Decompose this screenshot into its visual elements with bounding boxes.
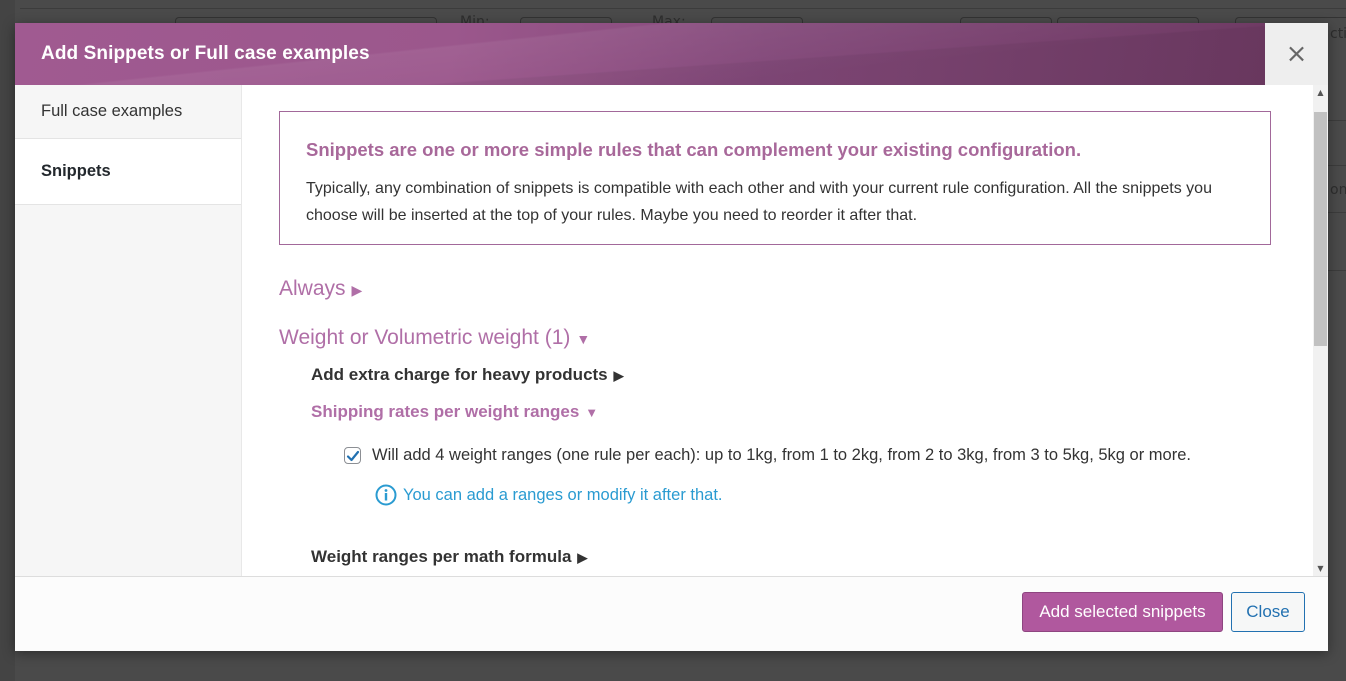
collapse-triangle-icon: ▼ (585, 405, 599, 420)
snippet-option: Will add 4 weight ranges (one rule per e… (344, 446, 1191, 465)
expand-triangle-icon: ▶ (351, 282, 363, 298)
subsection-label: Add extra charge for heavy products (311, 365, 608, 384)
scroll-thumb[interactable] (1314, 112, 1327, 346)
scroll-up-arrow-icon[interactable]: ▲ (1313, 85, 1328, 100)
add-selected-snippets-button[interactable]: Add selected snippets (1022, 592, 1223, 632)
section-label: Weight or Volumetric weight (1) (279, 326, 571, 349)
close-icon[interactable]: × (1265, 23, 1328, 85)
scroll-down-arrow-icon[interactable]: ▼ (1313, 561, 1328, 576)
sidebar: Full case examples Snippets (15, 85, 242, 576)
snippets-modal: Add Snippets or Full case examples × Ful… (15, 23, 1328, 651)
info-text: Typically, any combination of snippets i… (306, 180, 1212, 224)
checkmark-icon (346, 450, 359, 461)
modal-title: Add Snippets or Full case examples (41, 43, 370, 64)
section-weight[interactable]: Weight or Volumetric weight (1) ▼ (279, 326, 590, 350)
background-text-fragment: ctio (1330, 26, 1346, 42)
section-always[interactable]: Always ▶ (279, 277, 362, 301)
subsection-weight-ranges[interactable]: Shipping rates per weight ranges ▼ (311, 402, 598, 422)
modal-header: Add Snippets or Full case examples (15, 23, 1265, 85)
subsection-math-formula[interactable]: Weight ranges per math formula ▶ (311, 547, 587, 567)
expand-triangle-icon: ▶ (613, 368, 624, 383)
content-scrollbar[interactable]: ▲ ▼ (1313, 85, 1328, 576)
modal-footer: Add selected snippets Close (15, 576, 1328, 651)
subsection-label: Shipping rates per weight ranges (311, 402, 580, 421)
info-icon (375, 484, 397, 506)
info-box: Snippets are one or more simple rules th… (279, 111, 1271, 245)
background-top-strip (20, 0, 1346, 9)
snippet-option-label: Will add 4 weight ranges (one rule per e… (372, 446, 1191, 464)
background-divider (1328, 212, 1346, 213)
background-admin-bar (0, 0, 15, 681)
sidebar-item-snippets[interactable]: Snippets (15, 139, 241, 205)
collapse-triangle-icon: ▼ (576, 331, 591, 347)
subsection-extra-charge-heavy[interactable]: Add extra charge for heavy products ▶ (311, 365, 624, 385)
sidebar-item-full-case-examples[interactable]: Full case examples (15, 85, 241, 139)
background-divider (1328, 270, 1346, 271)
background-divider (1328, 120, 1346, 121)
section-label: Always (279, 277, 346, 300)
subsection-label: Weight ranges per math formula (311, 547, 572, 566)
expand-triangle-icon: ▶ (577, 550, 588, 565)
snippets-content: Snippets are one or more simple rules th… (242, 85, 1313, 576)
snippet-hint-text: You can add a ranges or modify it after … (403, 485, 723, 504)
close-button[interactable]: Close (1231, 592, 1305, 632)
snippet-hint: You can add a ranges or modify it after … (375, 484, 723, 506)
info-title: Snippets are one or more simple rules th… (306, 139, 1082, 160)
background-divider (1328, 165, 1346, 166)
snippet-checkbox[interactable] (344, 447, 361, 464)
background-text-fragment: ons (1330, 182, 1346, 198)
